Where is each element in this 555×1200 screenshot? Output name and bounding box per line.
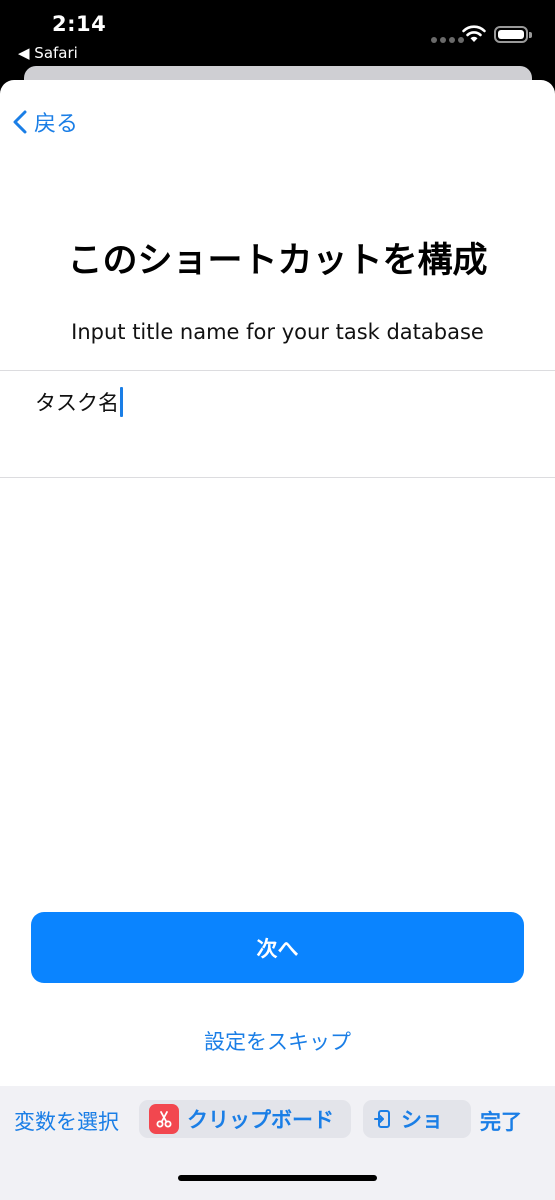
battery-icon	[494, 26, 532, 43]
select-variable-button[interactable]: 変数を選択	[14, 1106, 119, 1136]
prompt-text: Input title name for your task database	[71, 320, 484, 344]
back-button[interactable]: 戻る	[12, 106, 78, 138]
chevron-left-icon	[13, 110, 27, 134]
wifi-icon	[462, 25, 486, 42]
clipboard-chip-label: クリップボード	[187, 1108, 334, 1132]
page-title: このショートカットを構成	[67, 241, 488, 281]
shortcut-chip-label: ショ	[401, 1108, 443, 1132]
title-name-input-value: タスク名	[35, 391, 119, 415]
configure-shortcut-sheet: 戻る このショートカットを構成 Input title name for you…	[0, 80, 555, 1200]
shortcut-input-variable-chip[interactable]: ショ	[363, 1100, 471, 1138]
status-time: 2:14	[52, 12, 107, 36]
variable-toolbar: 変数を選択 クリップボード ショ 完了	[0, 1086, 555, 1200]
next-button[interactable]: 次へ	[31, 912, 524, 983]
skip-setup-link[interactable]: 設定をスキップ	[0, 1026, 555, 1056]
text-caret	[120, 387, 123, 417]
status-bar: 2:14 ◀ Safari	[0, 0, 555, 68]
scissors-icon	[149, 1104, 179, 1134]
home-indicator[interactable]	[178, 1175, 377, 1181]
title-name-input[interactable]: タスク名	[0, 371, 555, 478]
clipboard-variable-chip[interactable]: クリップボード	[139, 1100, 351, 1138]
shortcut-input-icon	[374, 1110, 390, 1128]
chip-fade-overlay	[449, 1100, 471, 1138]
done-button[interactable]: 完了	[480, 1106, 522, 1136]
back-to-safari-link[interactable]: ◀ Safari	[18, 44, 78, 62]
cellular-signal-icon	[431, 37, 464, 43]
back-button-label: 戻る	[34, 112, 79, 137]
input-divider-bottom	[0, 477, 555, 478]
